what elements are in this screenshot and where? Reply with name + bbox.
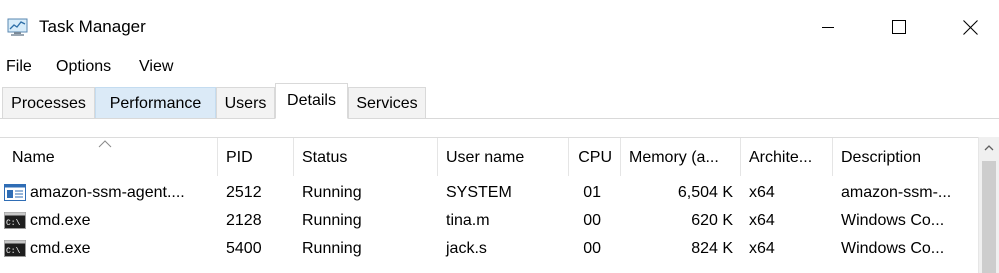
chevron-up-icon	[984, 145, 994, 151]
scroll-thumb[interactable]	[982, 161, 996, 273]
details-table: Name PID Status User name CPU Memory (a.…	[0, 137, 978, 273]
cell-status: Running	[302, 240, 362, 257]
tab-processes[interactable]: Processes	[2, 87, 95, 118]
cell-status: Running	[302, 184, 362, 201]
task-manager-icon	[7, 17, 29, 37]
close-button[interactable]	[947, 0, 993, 54]
column-header-pid[interactable]: PID	[218, 138, 294, 176]
window-title: Task Manager	[39, 17, 146, 36]
cell-status: Running	[302, 212, 362, 229]
cell-cpu: 01	[583, 184, 601, 201]
column-header-name[interactable]: Name	[0, 138, 218, 176]
cell-memory: 6,504 K	[677, 184, 733, 201]
cell-memory: 824 K	[691, 240, 733, 257]
vertical-scrollbar[interactable]	[978, 137, 999, 273]
close-icon	[962, 19, 978, 35]
tab-performance[interactable]: Performance	[95, 87, 216, 118]
cell-cpu: 00	[583, 240, 601, 257]
menu-view[interactable]: View	[139, 57, 173, 77]
scroll-up-button[interactable]	[979, 137, 999, 159]
svg-text:C:\: C:\	[6, 219, 21, 228]
task-manager-window: Task Manager File Options View Processes…	[0, 0, 999, 273]
menu-bar: File Options View	[0, 54, 999, 80]
column-header-memory[interactable]: Memory (a...	[621, 138, 741, 176]
cell-pid: 2128	[226, 212, 262, 229]
cell-pid: 5400	[226, 240, 262, 257]
menu-options[interactable]: Options	[56, 57, 111, 77]
title-bar[interactable]: Task Manager	[0, 0, 999, 54]
table-row[interactable]: amazon-ssm-agent.... 2512 Running SYSTEM…	[0, 178, 978, 207]
tab-details[interactable]: Details	[275, 83, 348, 119]
column-header-label: Name	[12, 149, 55, 166]
tab-divider	[0, 118, 999, 119]
cell-user-name: SYSTEM	[446, 184, 512, 201]
cell-user-name: jack.s	[446, 240, 487, 257]
cell-memory: 620 K	[691, 212, 733, 229]
cell-name: cmd.exe	[30, 212, 91, 229]
svg-text:C:\: C:\	[6, 247, 21, 256]
menu-file[interactable]: File	[6, 57, 32, 77]
table-header: Name PID Status User name CPU Memory (a.…	[0, 138, 978, 176]
maximize-button[interactable]	[876, 0, 922, 54]
minimize-button[interactable]	[805, 0, 851, 54]
cell-name: cmd.exe	[30, 240, 91, 257]
column-header-status[interactable]: Status	[294, 138, 438, 176]
cell-user-name: tina.m	[446, 212, 490, 229]
tab-users[interactable]: Users	[216, 87, 275, 118]
cell-name: amazon-ssm-agent....	[30, 184, 185, 201]
cell-cpu: 00	[583, 212, 601, 229]
table-row[interactable]: C:\ cmd.exe 5400 Running jack.s 00 824 K…	[0, 234, 978, 263]
cell-description: Windows Co...	[841, 212, 945, 229]
service-window-icon	[4, 184, 26, 201]
cell-pid: 2512	[226, 184, 262, 201]
tab-strip: Processes Performance Users Details Serv…	[0, 83, 999, 119]
cell-architecture: x64	[749, 240, 775, 257]
cell-description: amazon-ssm-...	[841, 184, 952, 201]
column-header-architecture[interactable]: Archite...	[741, 138, 833, 176]
column-header-user-name[interactable]: User name	[438, 138, 569, 176]
column-header-description[interactable]: Description	[833, 138, 978, 176]
table-row[interactable]: C:\ cmd.exe 2128 Running tina.m 00 620 K…	[0, 206, 978, 235]
column-header-cpu[interactable]: CPU	[569, 138, 621, 176]
minimize-icon	[822, 27, 834, 28]
cell-description: Windows Co...	[841, 240, 945, 257]
sort-ascending-icon	[98, 140, 112, 148]
tab-services[interactable]: Services	[348, 87, 426, 118]
cell-architecture: x64	[749, 212, 775, 229]
cmd-console-icon: C:\	[4, 212, 26, 229]
maximize-icon	[892, 20, 906, 34]
cmd-console-icon: C:\	[4, 240, 26, 257]
cell-architecture: x64	[749, 184, 775, 201]
